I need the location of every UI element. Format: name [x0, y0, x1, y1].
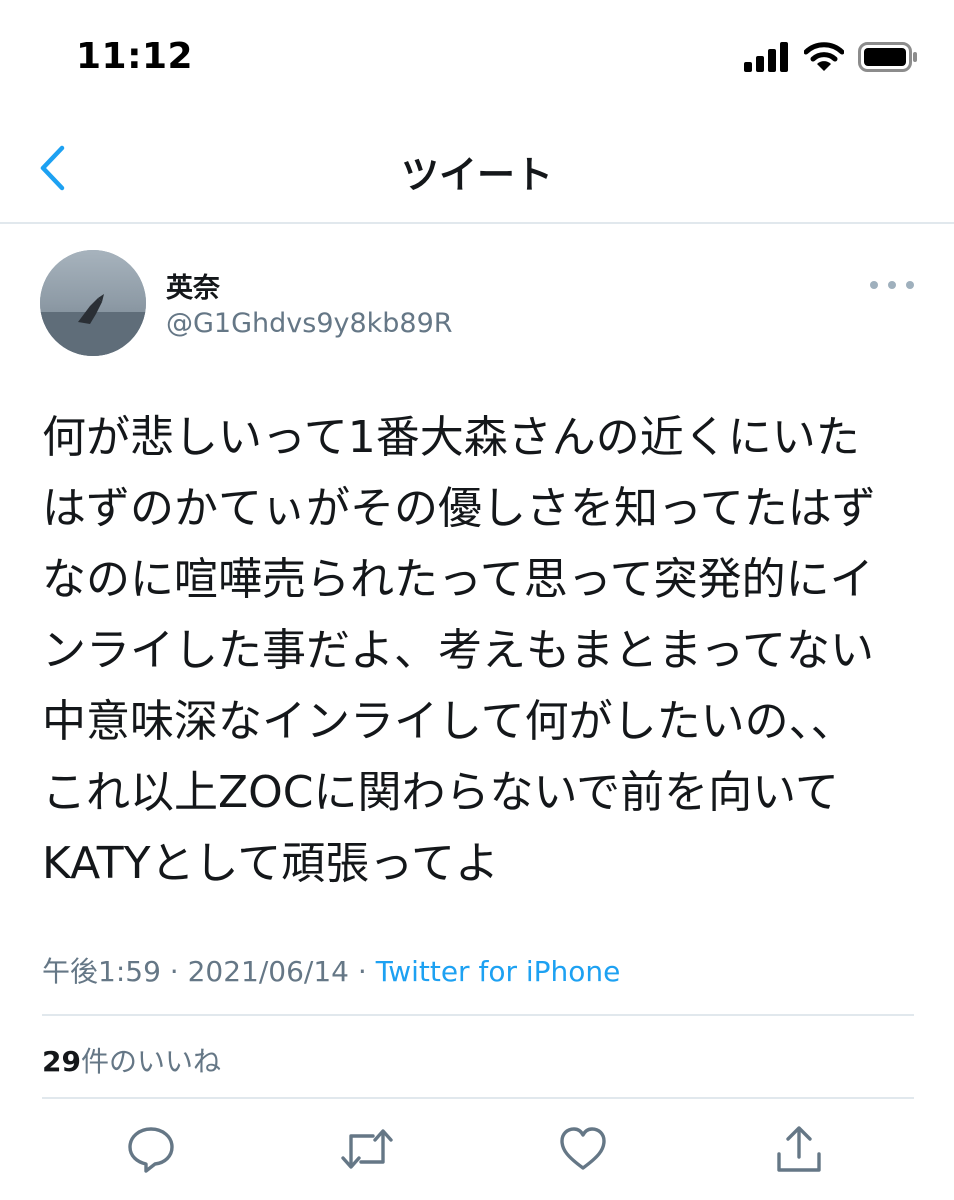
- wifi-icon: [803, 42, 845, 76]
- dot: [888, 281, 896, 289]
- tweet-text-line: KATYとして頑張ってよ: [42, 838, 499, 889]
- status-icons: [744, 42, 918, 76]
- likes-summary[interactable]: 29件のいいね: [42, 1040, 221, 1080]
- tweet-source-link[interactable]: Twitter for iPhone: [376, 955, 621, 988]
- tweet-text: 何が悲しいって1番大森さんの近くにいた はずのかてぃがその優しさを知ってたはず …: [42, 402, 922, 899]
- heart-icon: [558, 1124, 608, 1178]
- share-icon: [774, 1124, 824, 1178]
- retweet-icon: [339, 1124, 395, 1178]
- dot: [870, 281, 878, 289]
- tweet-text-line: 中意味深なインライして何がしたいの、、: [42, 696, 855, 747]
- signal-icon: [744, 42, 790, 76]
- tweet-date: 2021/06/14: [187, 955, 349, 988]
- like-button[interactable]: [556, 1124, 610, 1178]
- tweet-text-line: これ以上ZOCに関わらないで前を向いて: [42, 767, 839, 818]
- tweet-meta: 午後1:59 · 2021/06/14 · Twitter for iPhone: [42, 950, 620, 990]
- likes-count: 29: [42, 1045, 81, 1078]
- tweet-text-line: はずのかてぃがその優しさを知ってたはず: [42, 483, 876, 534]
- display-name[interactable]: 英奈: [166, 266, 220, 305]
- avatar[interactable]: [40, 250, 146, 356]
- status-time: 11:12: [76, 36, 194, 77]
- dot: [906, 281, 914, 289]
- more-options-button[interactable]: [870, 272, 914, 298]
- divider: [42, 1097, 914, 1099]
- reply-button[interactable]: [124, 1124, 178, 1178]
- share-button[interactable]: [772, 1124, 826, 1178]
- meta-separator: ·: [169, 955, 179, 988]
- tweet-text-line: ンライした事だよ、考えもまとまってない: [42, 625, 875, 676]
- tweet-time: 午後1:59: [42, 955, 161, 988]
- comment-icon: [126, 1124, 176, 1178]
- battery-icon: [858, 42, 918, 76]
- nav-bar: ツイート: [0, 118, 954, 224]
- meta-separator: ·: [357, 955, 367, 988]
- tweet-text-line: 何が悲しいって1番大森さんの近くにいた: [42, 412, 860, 463]
- retweet-button[interactable]: [340, 1124, 394, 1178]
- user-handle[interactable]: @G1Ghdvs9y8kb89R: [166, 308, 453, 339]
- page-title: ツイート: [400, 153, 553, 197]
- divider: [42, 1014, 914, 1016]
- likes-label: 件のいいね: [80, 1045, 221, 1078]
- tweet-text-line: なのに喧嘩売られたって思って突発的にイ: [42, 554, 874, 605]
